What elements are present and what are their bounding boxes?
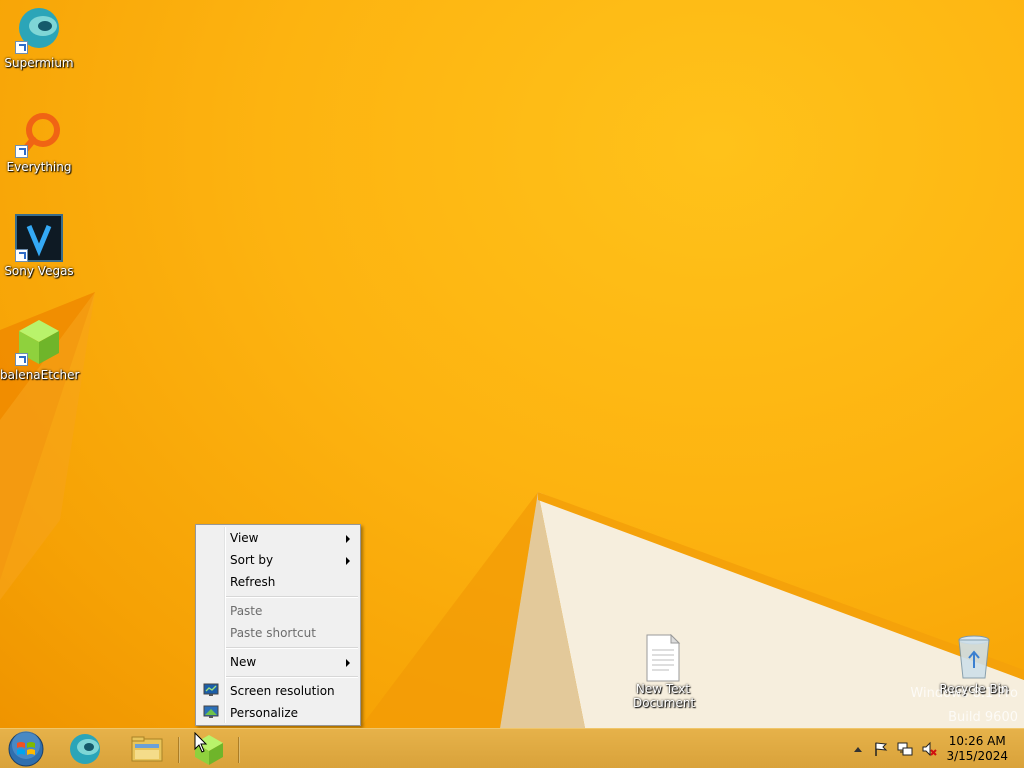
desktop-icon-everything[interactable]: Everything	[0, 110, 78, 174]
wallpaper	[0, 292, 1024, 728]
mouse-cursor-icon	[194, 732, 208, 753]
shortcut-arrow-icon	[15, 41, 28, 54]
desktop-icon-supermium[interactable]: Supermium	[0, 6, 78, 70]
menu-item-new[interactable]: New	[198, 651, 358, 673]
desktop-icon-label: Sony Vegas	[4, 264, 74, 278]
menu-item-sort-by[interactable]: Sort by	[198, 549, 358, 571]
submenu-arrow-icon	[346, 535, 350, 543]
sony-vegas-icon	[15, 214, 63, 262]
desktop[interactable]: Supermium Everything Sony Vegas balenaEt…	[0, 0, 1024, 728]
desktop-context-menu: View Sort by Refresh Paste Paste shortcu…	[195, 524, 361, 726]
personalize-icon	[203, 705, 219, 718]
taskbar-separator	[238, 737, 240, 763]
menu-separator	[226, 596, 358, 598]
taskbar-supermium[interactable]	[64, 731, 106, 767]
desktop-icon-label: New Text Document	[633, 682, 696, 710]
clock-date: 3/15/2024	[946, 749, 1008, 763]
everything-search-icon	[15, 110, 63, 158]
shortcut-arrow-icon	[15, 353, 28, 366]
text-document-icon	[645, 633, 681, 682]
network-icon[interactable]	[897, 741, 913, 757]
taskbar-file-explorer[interactable]	[126, 731, 168, 767]
menu-item-personalize[interactable]: Personalize	[198, 702, 358, 724]
recycle-bin-icon	[950, 632, 998, 680]
folder-icon	[131, 736, 163, 762]
menu-item-screen-resolution[interactable]: Screen resolution	[198, 680, 358, 702]
supermium-icon	[70, 734, 100, 764]
menu-item-paste-shortcut: Paste shortcut	[230, 626, 316, 640]
monitor-icon	[203, 683, 219, 696]
desktop-icon-label: balenaEtcher	[0, 368, 80, 382]
desktop-icon-new-text-document[interactable]: New Text Document	[624, 633, 702, 710]
windows-orb-icon	[8, 731, 44, 767]
menu-separator	[226, 647, 358, 649]
submenu-arrow-icon	[346, 659, 350, 667]
balenaetcher-cube-icon	[15, 318, 63, 366]
action-center-flag-icon[interactable]	[873, 741, 889, 757]
shortcut-arrow-icon	[15, 249, 28, 262]
volume-muted-icon[interactable]	[921, 741, 937, 757]
start-button[interactable]	[6, 731, 46, 767]
submenu-arrow-icon	[346, 557, 350, 565]
os-watermark-line1: Windows 8.1 Pro	[910, 686, 1018, 701]
desktop-icon-balenaetcher[interactable]: balenaEtcher	[0, 318, 80, 382]
os-watermark-line2: Build 9600	[948, 710, 1018, 725]
shortcut-arrow-icon	[15, 145, 28, 158]
menu-separator	[226, 676, 358, 678]
taskbar-separator	[178, 737, 180, 763]
menu-item-view[interactable]: View	[198, 527, 358, 549]
menu-item-paste: Paste	[230, 604, 263, 618]
supermium-icon	[15, 6, 63, 54]
clock-time: 10:26 AM	[948, 734, 1006, 748]
desktop-icon-label: Everything	[6, 160, 72, 174]
system-clock[interactable]: 10:26 AM 3/15/2024	[946, 734, 1008, 764]
show-hidden-icons-icon[interactable]	[850, 741, 866, 757]
desktop-icon-label: Supermium	[4, 56, 74, 70]
taskbar: 10:26 AM 3/15/2024	[0, 728, 1024, 768]
desktop-icon-sony-vegas[interactable]: Sony Vegas	[0, 214, 78, 278]
menu-item-refresh[interactable]: Refresh	[198, 571, 358, 593]
